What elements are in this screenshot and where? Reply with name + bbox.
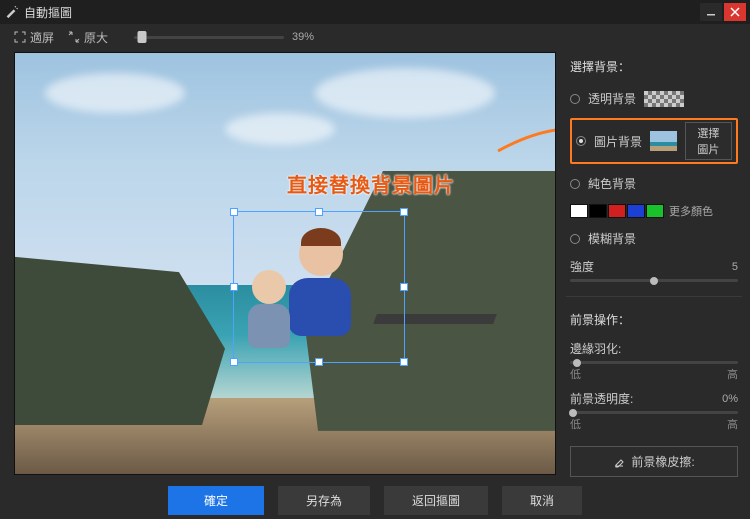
- resize-handle[interactable]: [230, 358, 238, 366]
- orig-size-icon: [68, 31, 80, 43]
- orig-label: 原大: [84, 29, 108, 46]
- fit-screen-button[interactable]: 適屏: [14, 29, 54, 46]
- bg-image-label: 圖片背景: [594, 133, 642, 150]
- feather-high-label: 高: [727, 366, 738, 382]
- close-button[interactable]: [724, 3, 746, 21]
- main-area: 直接替換背景圖片 選擇背景： 透明背景 圖片背景 選擇圖片: [0, 50, 750, 481]
- choose-image-button[interactable]: 選擇圖片: [685, 122, 732, 160]
- fit-label: 適屏: [30, 29, 54, 46]
- resize-handle[interactable]: [400, 358, 408, 366]
- bg-option-blur[interactable]: 模糊背景: [570, 227, 738, 250]
- intensity-label: 強度: [570, 258, 594, 275]
- original-size-button[interactable]: 原大: [68, 29, 108, 46]
- eraser-icon: [613, 456, 625, 468]
- annotation-text: 直接替換背景圖片: [287, 169, 455, 198]
- resize-handle[interactable]: [230, 283, 238, 291]
- canvas-wrap: 直接替換背景圖片: [0, 50, 566, 481]
- ok-button[interactable]: 確定: [168, 486, 264, 515]
- bg-option-solid[interactable]: 純色背景: [570, 172, 738, 195]
- sidebar: 選擇背景： 透明背景 圖片背景 選擇圖片 純色背景 更多顏色: [566, 50, 750, 481]
- foreground-selection-box[interactable]: [233, 211, 405, 363]
- color-swatch[interactable]: [608, 204, 626, 218]
- back-button[interactable]: 返回摳圖: [384, 486, 488, 515]
- magic-wand-icon: [4, 5, 18, 19]
- radio-icon: [570, 94, 580, 104]
- zoom-thumb[interactable]: [138, 31, 147, 43]
- radio-icon: [576, 136, 586, 146]
- zoom-slider[interactable]: 39%: [134, 31, 314, 43]
- more-colors-button[interactable]: 更多顏色: [669, 203, 713, 219]
- cancel-button[interactable]: 取消: [502, 486, 582, 515]
- save-as-button[interactable]: 另存為: [278, 486, 370, 515]
- eraser-label: 前景橡皮擦:: [631, 453, 694, 470]
- feather-label: 邊緣羽化:: [570, 340, 738, 357]
- bg-blur-label: 模糊背景: [588, 230, 636, 247]
- toolbar: 適屏 原大 39%: [0, 24, 750, 50]
- intensity-slider[interactable]: [570, 279, 738, 282]
- foreground-content[interactable]: [246, 224, 392, 350]
- opacity-slider[interactable]: [570, 411, 738, 414]
- opacity-value: 0%: [722, 393, 738, 405]
- resize-handle[interactable]: [400, 208, 408, 216]
- zoom-value: 39%: [292, 31, 314, 43]
- intensity-value: 5: [732, 261, 738, 273]
- opacity-label: 前景透明度:: [570, 390, 633, 407]
- titlebar: 自動摳圖: [0, 0, 750, 24]
- color-swatch[interactable]: [627, 204, 645, 218]
- bg-thumb-icon: [650, 131, 677, 151]
- color-swatches: 更多顏色: [570, 203, 738, 219]
- color-swatch[interactable]: [570, 204, 588, 218]
- transparency-checker-icon: [644, 91, 684, 107]
- annotation-arrow-icon: [493, 121, 556, 161]
- window-title: 自動摳圖: [24, 4, 72, 21]
- canvas[interactable]: 直接替換背景圖片: [14, 52, 556, 475]
- bg-section-title: 選擇背景：: [570, 58, 738, 75]
- color-swatch[interactable]: [646, 204, 664, 218]
- zoom-track[interactable]: [134, 36, 284, 39]
- feather-slider[interactable]: [570, 361, 738, 364]
- bg-option-transparent[interactable]: 透明背景: [570, 87, 738, 110]
- feather-low-label: 低: [570, 366, 581, 382]
- app-window: 自動摳圖 適屏 原大 39%: [0, 0, 750, 519]
- foreground-eraser-button[interactable]: 前景橡皮擦:: [570, 446, 738, 477]
- bg-transparent-label: 透明背景: [588, 90, 636, 107]
- resize-handle[interactable]: [315, 358, 323, 366]
- divider: [566, 296, 742, 297]
- opacity-high-label: 高: [727, 416, 738, 432]
- minimize-button[interactable]: [700, 3, 722, 21]
- fit-icon: [14, 31, 26, 43]
- resize-handle[interactable]: [315, 208, 323, 216]
- bg-option-image[interactable]: 圖片背景 選擇圖片: [570, 118, 738, 164]
- resize-handle[interactable]: [230, 208, 238, 216]
- radio-icon: [570, 179, 580, 189]
- resize-handle[interactable]: [400, 283, 408, 291]
- color-swatch[interactable]: [589, 204, 607, 218]
- radio-icon: [570, 234, 580, 244]
- bg-solid-label: 純色背景: [588, 175, 636, 192]
- opacity-low-label: 低: [570, 416, 581, 432]
- footer: 確定 另存為 返回摳圖 取消: [0, 481, 750, 519]
- fg-section-title: 前景操作：: [570, 311, 738, 328]
